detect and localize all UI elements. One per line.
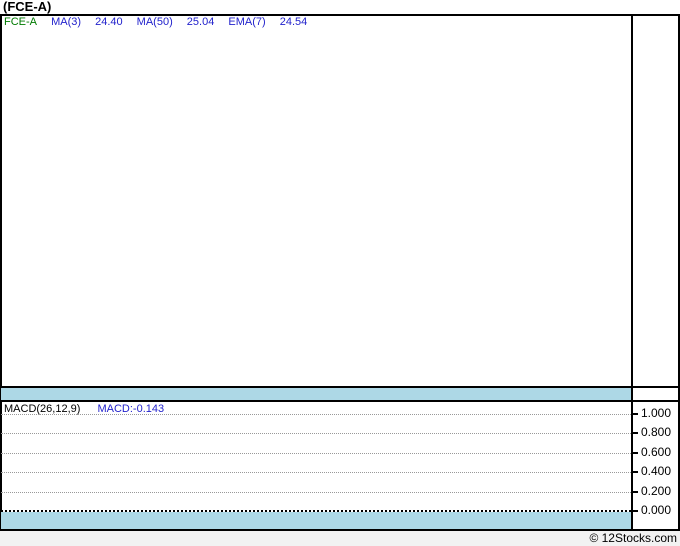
y-tick-mark [632, 432, 638, 434]
symbol-label: FCE-A [4, 16, 37, 28]
y-tick-label: 0.800 [641, 425, 672, 439]
ma50-value: 25.04 [186, 16, 215, 28]
y-tick-mark [632, 510, 638, 512]
date-strip-upper [1, 388, 631, 400]
y-tick-label: 1.000 [641, 406, 672, 420]
macd-gridline-0600 [1, 453, 631, 454]
y-tick-mark [632, 491, 638, 493]
y-tick-mark [632, 413, 638, 415]
ema7-label: EMA(7) [228, 16, 266, 28]
macd-gridline-1000 [1, 414, 631, 415]
page-title: (FCE-A) [3, 0, 52, 14]
site-credit-link[interactable]: © 12Stocks.com [589, 531, 677, 546]
ma3-label: MA(3) [51, 16, 82, 28]
y-tick-mark [632, 452, 638, 454]
ema7-value: 24.54 [279, 16, 308, 28]
y-tick-label: 0.400 [641, 464, 672, 478]
macd-gridline-0200 [1, 492, 631, 493]
ma3-value: 24.40 [95, 16, 123, 28]
y-tick-label: 0.600 [641, 445, 672, 459]
title-bar: (FCE-A) [0, 0, 680, 14]
footer-bar: © 12Stocks.com [0, 531, 680, 546]
price-legend: FCE-A MA(3) 24.40 MA(50) 25.04 EMA(7) 24… [4, 16, 318, 29]
y-tick-label: 0.200 [641, 484, 672, 498]
macd-gridline-0400 [1, 472, 631, 473]
ma50-label: MA(50) [136, 16, 173, 28]
y-tick-label: 0.000 [641, 503, 672, 517]
date-strip-lower [1, 512, 631, 529]
separator-border-bottom [0, 400, 680, 402]
y-tick-mark [632, 471, 638, 473]
stock-chart-page: (FCE-A) FCE-A MA(3) 24.40 MA(50) 25.04 E… [0, 0, 680, 546]
macd-gridline-0800 [1, 433, 631, 434]
